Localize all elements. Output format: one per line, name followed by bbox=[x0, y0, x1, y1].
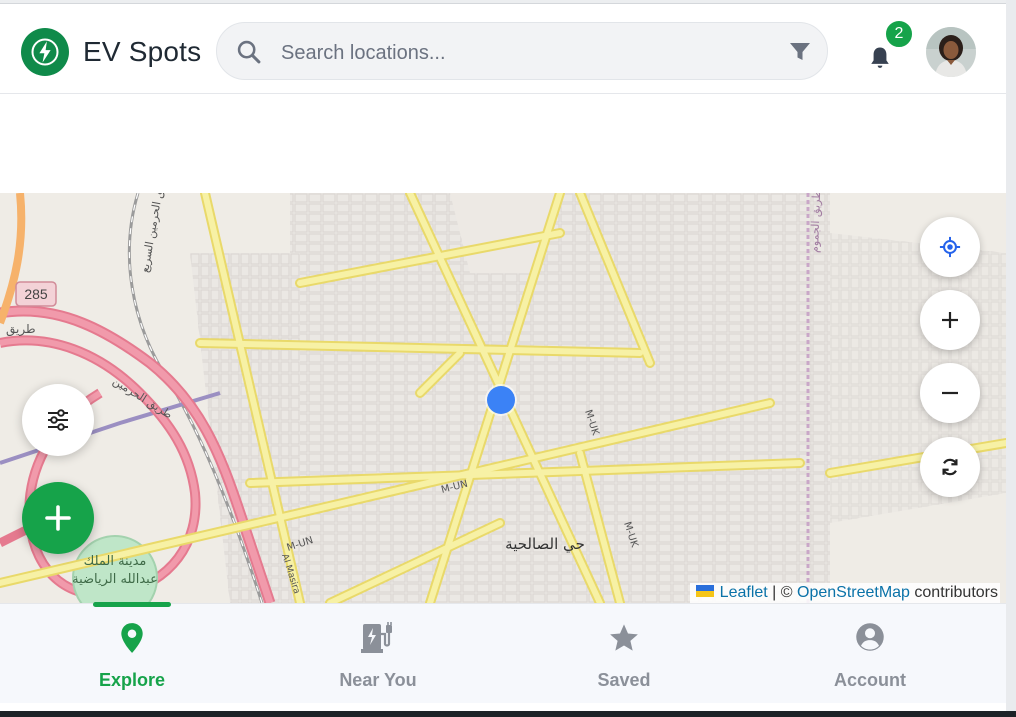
zoom-in-button[interactable] bbox=[920, 290, 980, 350]
avatar-image bbox=[926, 27, 976, 77]
nav-label-saved: Saved bbox=[597, 670, 651, 690]
map-label-city: مدينة الملك bbox=[84, 554, 147, 569]
notification-badge: 2 bbox=[884, 19, 914, 49]
map-attribution: Leaflet | © OpenStreetMap contributors bbox=[689, 583, 1000, 603]
map-filter-button[interactable] bbox=[22, 384, 94, 456]
route-shield-285: 285 bbox=[24, 286, 48, 302]
scrollbar-track[interactable] bbox=[1006, 0, 1016, 717]
refresh-map-button[interactable] bbox=[920, 437, 980, 497]
bolt-icon bbox=[31, 38, 59, 66]
filter-icon[interactable] bbox=[789, 42, 811, 62]
search-input[interactable] bbox=[279, 37, 763, 69]
minus-icon bbox=[942, 391, 958, 395]
leaflet-link[interactable]: Leaflet bbox=[720, 584, 768, 601]
app-header: EV Spots 2 bbox=[0, 6, 1006, 94]
add-location-button[interactable] bbox=[22, 482, 94, 554]
ukraine-flag-icon bbox=[695, 584, 714, 597]
crosshair-icon bbox=[939, 236, 961, 258]
nav-item-account[interactable]: Account bbox=[747, 604, 993, 704]
taskbar-edge bbox=[0, 711, 1016, 717]
search-icon bbox=[237, 40, 261, 64]
avatar[interactable] bbox=[926, 27, 976, 77]
attribution-suffix: contributors bbox=[909, 584, 998, 601]
map-label-district: حي الصالحية bbox=[505, 535, 585, 554]
account-icon bbox=[856, 623, 884, 651]
star-icon bbox=[610, 624, 638, 651]
locate-me-button[interactable] bbox=[920, 217, 980, 277]
plus-icon bbox=[45, 505, 71, 531]
openstreetmap-link[interactable]: OpenStreetMap bbox=[797, 584, 910, 601]
search-bar[interactable] bbox=[216, 22, 828, 80]
nav-item-explore[interactable]: Explore bbox=[9, 604, 255, 704]
map-pin-icon bbox=[121, 623, 143, 653]
sliders-icon bbox=[48, 409, 68, 431]
map-view[interactable]: 285 طريق طريق الحرمين طريق الحرمين السري… bbox=[0, 193, 1006, 603]
attribution-separator: | © bbox=[767, 584, 797, 601]
browser-top-strip bbox=[0, 0, 1016, 4]
bottom-navigation: Explore Near You Saved Account bbox=[0, 602, 1006, 704]
plus-icon bbox=[942, 312, 958, 328]
ev-station-icon bbox=[361, 622, 392, 653]
nav-label-explore: Explore bbox=[98, 670, 166, 690]
nav-item-saved[interactable]: Saved bbox=[501, 604, 747, 704]
app-logo[interactable] bbox=[21, 28, 69, 76]
app-title: EV Spots bbox=[83, 36, 202, 67]
map-label-tariq: طريق bbox=[6, 322, 36, 337]
nav-label-near-you: Near You bbox=[339, 670, 417, 690]
map-label-city2: عبدالله الرياضية bbox=[72, 572, 158, 587]
current-location-marker bbox=[487, 386, 515, 414]
nav-label-account: Account bbox=[834, 670, 906, 690]
zoom-out-button[interactable] bbox=[920, 363, 980, 423]
nav-item-near-you[interactable]: Near You bbox=[255, 604, 501, 704]
refresh-icon bbox=[942, 458, 958, 476]
notification-bell-icon[interactable] bbox=[866, 44, 894, 72]
